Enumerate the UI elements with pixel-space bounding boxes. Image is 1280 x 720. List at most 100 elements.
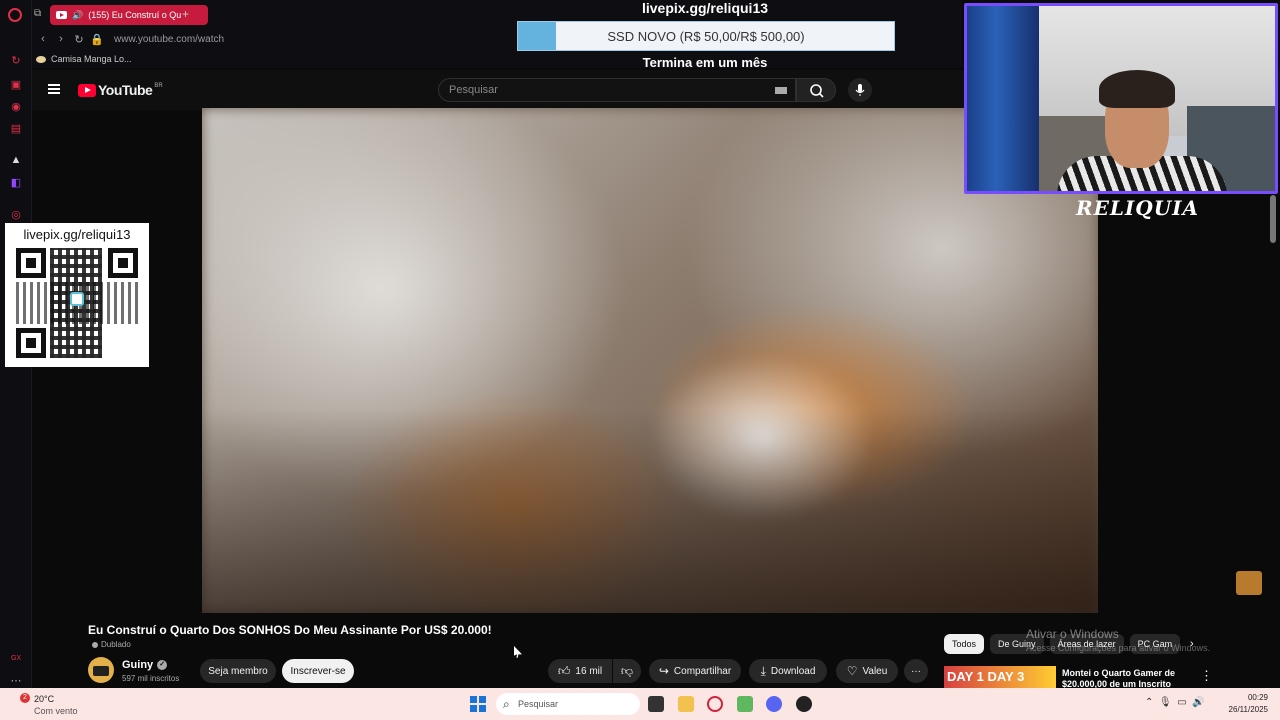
activation-watermark-sub: Acesse Configurações para ativar o Windo… bbox=[1026, 643, 1211, 653]
subscribe-button[interactable]: Inscrever-se bbox=[282, 659, 354, 683]
thumbs-down-icon: 👎︎ bbox=[620, 663, 634, 678]
dubbed-label: Dublado bbox=[101, 640, 131, 649]
back-icon[interactable]: ‹ bbox=[34, 33, 52, 45]
bookmark-icon bbox=[36, 55, 46, 63]
aria-icon[interactable]: ▲ bbox=[8, 152, 24, 168]
search-input[interactable]: Pesquisar bbox=[438, 78, 796, 102]
twitch-icon[interactable]: ◧ bbox=[8, 174, 24, 190]
video-title: Eu Construí o Quarto Dos SONHOS Do Meu A… bbox=[88, 623, 492, 637]
like-count: 16 mil bbox=[575, 665, 603, 677]
cam-curtain bbox=[967, 6, 1039, 191]
voice-search-button[interactable] bbox=[848, 78, 872, 102]
share-label: Compartilhar bbox=[673, 665, 732, 677]
kebab-menu-icon[interactable]: ⋮ bbox=[1200, 668, 1213, 684]
speaker-icon[interactable]: 🔊 bbox=[72, 10, 83, 21]
download-button[interactable]: ⤓ Download bbox=[749, 659, 827, 683]
tab-title: (155) Eu Construí o Qu bbox=[88, 10, 182, 20]
clock[interactable]: 00:29 26/11/2025 bbox=[1224, 692, 1268, 716]
activation-watermark: Ativar o Windows bbox=[1026, 627, 1119, 641]
webcam-overlay bbox=[964, 3, 1278, 194]
bookmarks-bar: Camisa Manga Lo... bbox=[32, 50, 962, 68]
dislike-button[interactable]: 👎︎ bbox=[613, 659, 641, 683]
youtube-play-icon bbox=[78, 83, 96, 97]
new-tab-icon[interactable]: + bbox=[182, 7, 189, 21]
qr-finder bbox=[16, 328, 46, 358]
app-icon-2[interactable] bbox=[796, 696, 812, 712]
messenger-icon[interactable]: ◉ bbox=[8, 98, 24, 114]
goal-text: SSD NOVO (R$ 50,00/R$ 500,00) bbox=[607, 29, 805, 44]
cam-person-hair bbox=[1099, 70, 1175, 108]
history-icon[interactable]: ↻ bbox=[8, 52, 24, 68]
youtube-logo[interactable]: YouTube BR bbox=[78, 82, 163, 98]
extensions-icon[interactable]: ▣ bbox=[8, 76, 24, 92]
workspaces-icon[interactable]: ⧉ bbox=[34, 8, 41, 19]
join-button[interactable]: Seja membro bbox=[200, 659, 276, 683]
record-icon[interactable]: ◎ bbox=[8, 206, 24, 222]
goal-deadline: Termina em um mês bbox=[642, 55, 768, 70]
weather-condition: Com vento bbox=[34, 706, 78, 716]
search-icon bbox=[810, 84, 824, 98]
qr-finder bbox=[16, 248, 46, 278]
mouse-cursor bbox=[514, 646, 522, 658]
bookmark-item[interactable]: Camisa Manga Lo... bbox=[51, 54, 132, 64]
subscriber-count: 597 mil inscritos bbox=[122, 674, 180, 683]
more-icon[interactable]: ⋯ bbox=[8, 672, 24, 688]
channel-avatar[interactable] bbox=[88, 657, 114, 683]
thumbs-up-icon: 👍︎ bbox=[557, 663, 571, 678]
recommendation-title[interactable]: Montei o Quarto Gamer de $20.000,00 de u… bbox=[1062, 668, 1202, 688]
lock-icon: 🔒 bbox=[90, 33, 104, 46]
windows-start-icon[interactable] bbox=[470, 696, 486, 712]
qr-finder bbox=[108, 248, 138, 278]
filter-chip[interactable]: Todos bbox=[944, 634, 985, 654]
taskbar-search-placeholder: Pesquisar bbox=[518, 699, 559, 709]
download-icon: ⤓ bbox=[760, 663, 766, 678]
share-icon: ↪ bbox=[658, 664, 669, 678]
discord-icon[interactable] bbox=[766, 696, 782, 712]
opera-gx-icon[interactable] bbox=[707, 696, 723, 712]
more-actions-button[interactable]: ··· bbox=[904, 659, 928, 683]
person-icon bbox=[92, 641, 98, 648]
miniplayer-icon[interactable] bbox=[1236, 571, 1262, 595]
app-icon[interactable] bbox=[737, 696, 753, 712]
windows-taskbar: 2 20°C Com vento Pesquisar ⌃ 🎙 ▭ 🔊 00:29… bbox=[0, 688, 1280, 720]
clock-time: 00:29 bbox=[1247, 693, 1268, 702]
page-scrollbar[interactable] bbox=[1270, 195, 1276, 243]
donation-link: livepix.gg/reliqui13 bbox=[641, 0, 769, 16]
taskbar-search[interactable]: Pesquisar bbox=[496, 693, 640, 715]
logo-text: YouTube bbox=[98, 82, 153, 98]
channel-name-text: Guiny bbox=[122, 659, 154, 671]
thanks-label: Valeu bbox=[862, 665, 888, 677]
thanks-button[interactable]: ♡ Valeu bbox=[836, 659, 898, 683]
file-explorer-icon[interactable] bbox=[678, 696, 694, 712]
share-button[interactable]: ↪ Compartilhar bbox=[649, 659, 741, 683]
qr-link: livepix.gg/reliqui13 bbox=[23, 227, 131, 242]
goal-progress-bar: SSD NOVO (R$ 50,00/R$ 500,00) bbox=[517, 21, 895, 51]
search-button[interactable] bbox=[796, 78, 836, 102]
task-view-icon[interactable] bbox=[648, 696, 664, 712]
dubbed-badge: Dublado bbox=[92, 640, 131, 649]
subscribe-label: Inscrever-se bbox=[290, 665, 346, 677]
system-tray[interactable]: ⌃ 🎙 ▭ 🔊 bbox=[1145, 697, 1205, 708]
livepix-icon bbox=[70, 292, 84, 306]
qr-code-panel: livepix.gg/reliqui13 bbox=[5, 223, 149, 367]
verified-icon: ✓ bbox=[157, 660, 168, 670]
download-label: Download bbox=[770, 665, 816, 677]
streamer-name: RELIQUIA bbox=[1076, 196, 1200, 220]
region-code: BR bbox=[154, 82, 163, 89]
screen: ↻ ▣ ◉ ▤ ▲ ◧ ◎ GX ⋯ ⧉ 🔊 (155) Eu Construí… bbox=[0, 0, 1280, 720]
menu-icon[interactable] bbox=[48, 84, 60, 94]
channel-name[interactable]: Guiny ✓ bbox=[122, 659, 168, 671]
gx-icon[interactable]: GX bbox=[8, 650, 24, 666]
like-button[interactable]: 👍︎ 16 mil bbox=[548, 659, 612, 683]
recommendation-thumbnail[interactable]: DAY 1 DAY 3 bbox=[944, 666, 1056, 688]
microphone-icon bbox=[855, 84, 865, 96]
video-shade bbox=[202, 408, 1098, 613]
reload-icon[interactable]: ↻ bbox=[70, 33, 88, 46]
more-actions-icon: ··· bbox=[911, 665, 921, 677]
keyboard-icon[interactable] bbox=[775, 87, 787, 94]
player-icon[interactable]: ▤ bbox=[8, 120, 24, 136]
url-field[interactable]: www.youtube.com/watch bbox=[114, 34, 224, 45]
opera-logo-icon[interactable] bbox=[8, 8, 22, 22]
forward-icon[interactable]: › bbox=[52, 33, 70, 45]
search-placeholder: Pesquisar bbox=[449, 84, 498, 96]
